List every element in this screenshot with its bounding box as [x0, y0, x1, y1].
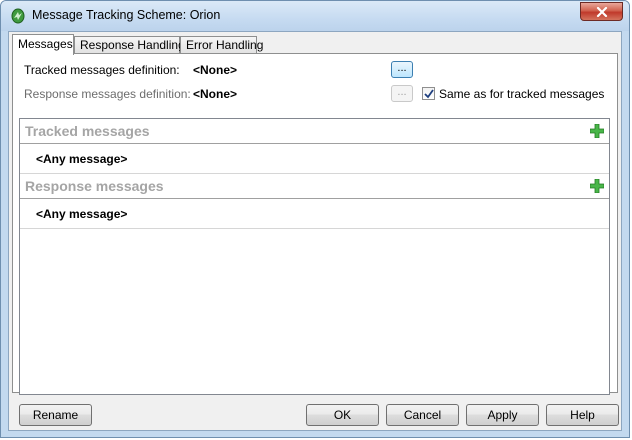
tracked-definition-value: <None>	[193, 63, 238, 77]
response-messages-group-header: Response messages	[20, 174, 609, 199]
add-tracked-message-button[interactable]	[589, 123, 605, 139]
cancel-button[interactable]: Cancel	[386, 404, 459, 426]
title-bar[interactable]: Message Tracking Scheme: Orion	[1, 1, 629, 31]
checkmark-icon	[423, 88, 434, 98]
window-title: Message Tracking Scheme: Orion	[32, 8, 221, 22]
rename-button[interactable]: Rename	[19, 404, 92, 426]
tracked-messages-group-header: Tracked messages	[20, 119, 609, 144]
tracked-definition-label: Tracked messages definition:	[24, 63, 180, 77]
tab-response-handling[interactable]: Response Handling	[74, 36, 185, 54]
tab-error-handling[interactable]: Error Handling	[180, 36, 263, 54]
dialog-window: Message Tracking Scheme: Orion Messages …	[0, 0, 630, 438]
response-definition-browse-button[interactable]: ...	[391, 85, 413, 102]
message-groups-list: Tracked messages <Any message> Response …	[19, 118, 610, 395]
response-messages-title: Response messages	[25, 178, 164, 194]
dialog-client-area: Messages Response Handling Error Handlin…	[8, 31, 622, 431]
response-definition-label: Response messages definition:	[24, 87, 191, 101]
help-button[interactable]: Help	[546, 404, 619, 426]
same-as-tracked-checkbox[interactable]	[422, 87, 435, 100]
apply-button[interactable]: Apply	[466, 404, 539, 426]
tracked-message-text: <Any message>	[36, 152, 128, 166]
close-button[interactable]	[580, 2, 623, 21]
close-icon	[596, 6, 607, 17]
tracked-messages-title: Tracked messages	[25, 123, 150, 139]
response-message-row[interactable]: <Any message>	[20, 199, 609, 229]
message-tracking-icon	[10, 8, 26, 24]
tracked-message-row[interactable]: <Any message>	[20, 144, 609, 174]
add-response-message-button[interactable]	[589, 178, 605, 194]
same-as-tracked-label: Same as for tracked messages	[439, 87, 605, 101]
green-plus-icon	[589, 178, 605, 194]
response-message-text: <Any message>	[36, 207, 128, 221]
tab-messages[interactable]: Messages	[12, 34, 74, 55]
response-definition-value: <None>	[193, 87, 238, 101]
tracked-definition-browse-button[interactable]: ...	[391, 61, 413, 78]
ok-button[interactable]: OK	[306, 404, 379, 426]
green-plus-icon	[589, 123, 605, 139]
